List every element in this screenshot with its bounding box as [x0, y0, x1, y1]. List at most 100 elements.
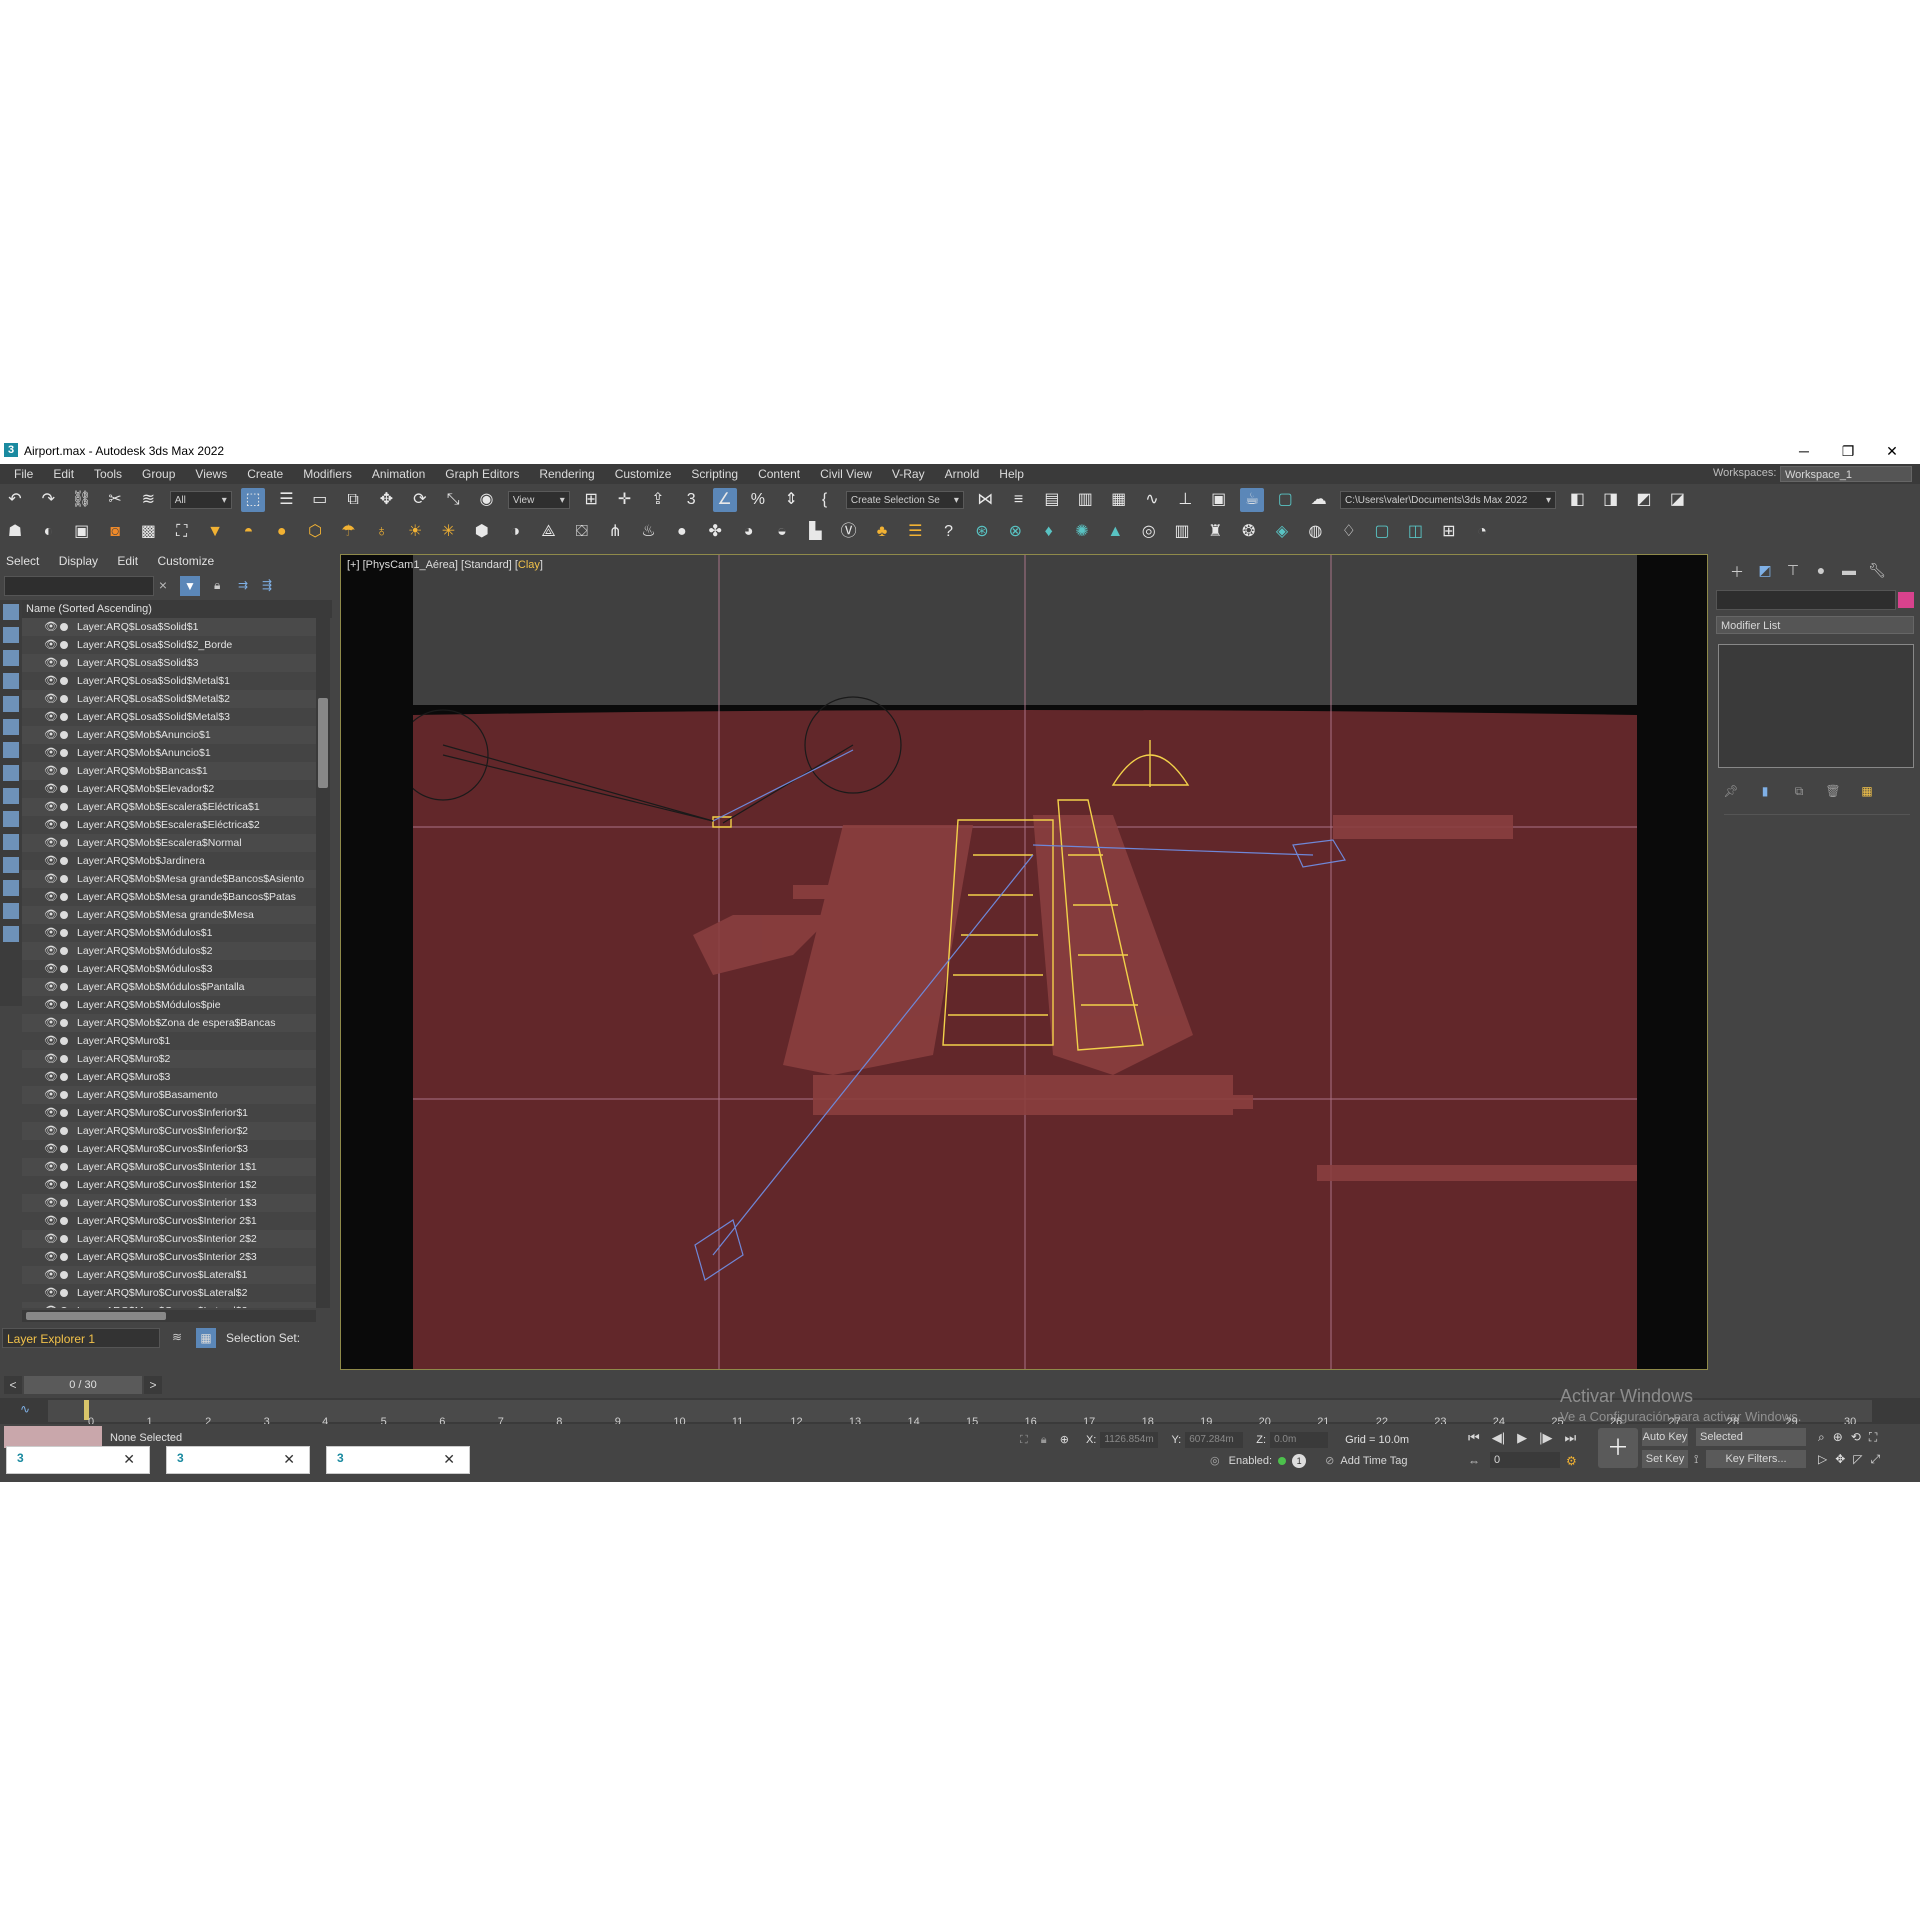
restore-button[interactable]: ❐	[1828, 441, 1868, 461]
modifier-stack[interactable]	[1718, 644, 1914, 768]
visibility-eye-icon[interactable]: 👁︎	[44, 1140, 58, 1158]
rectangular-region-icon[interactable]: ▭	[308, 488, 332, 512]
layer-row[interactable]: 👁︎ Layer:ARQ$Muro$Curvos$Inferior$1	[22, 1104, 316, 1122]
vray-sphere-light-icon[interactable]: ●	[270, 520, 294, 544]
edit-named-sets-icon[interactable]: {	[813, 488, 837, 512]
arnold-frame-icon[interactable]: ▢	[1370, 520, 1394, 544]
visibility-eye-icon[interactable]: 👁︎	[44, 1104, 58, 1122]
layer-row[interactable]: 👁︎ Layer:ARQ$Mob$Módulos$2	[22, 942, 316, 960]
menu-help[interactable]: Help	[989, 464, 1034, 484]
zoom-icon[interactable]: ⌕	[1818, 1430, 1825, 1444]
render-dot-icon[interactable]	[60, 947, 68, 955]
vray-material-sphere-icon[interactable]: ●	[670, 520, 694, 544]
taskbar-window-1[interactable]: 3 ✕	[6, 1446, 150, 1474]
menu-views[interactable]: Views	[185, 464, 237, 484]
layer-row[interactable]: 👁︎ Layer:ARQ$Mob$Módulos$pie	[22, 996, 316, 1014]
mini-curve-editor-icon[interactable]: ∿	[20, 1402, 30, 1416]
play-icon[interactable]: ▶	[1517, 1430, 1527, 1445]
go-to-start-icon[interactable]: ⏮	[1468, 1430, 1480, 1445]
display-lights-icon[interactable]	[3, 650, 19, 666]
display-invert-icon[interactable]	[3, 926, 19, 942]
menu-modifiers[interactable]: Modifiers	[293, 464, 362, 484]
layer-row[interactable]: 👁︎ Layer:ARQ$Mob$Módulos$3	[22, 960, 316, 978]
visibility-eye-icon[interactable]: 👁︎	[44, 1014, 58, 1032]
visibility-eye-icon[interactable]: 👁︎	[44, 888, 58, 906]
vray-fur-icon[interactable]: ◑	[503, 520, 527, 544]
vray-grass-icon[interactable]: ⋔	[603, 520, 627, 544]
layer-hierarchy-icon[interactable]: ⇶	[262, 578, 272, 592]
project-icon-2[interactable]: ◨	[1599, 488, 1623, 512]
viewport-label-prefix[interactable]: [+] [PhysCam1_Aérea] [Standard] [	[347, 559, 518, 571]
render-dot-icon[interactable]	[60, 731, 68, 739]
render-setup-icon[interactable]: ☕	[1240, 488, 1264, 512]
explorer-menu-select[interactable]: Select	[6, 554, 39, 568]
add-time-tag-button[interactable]: Add Time Tag	[1340, 1455, 1407, 1467]
display-geometry-icon[interactable]	[3, 604, 19, 620]
vray-v-icon[interactable]: Ⓥ	[837, 520, 861, 544]
unlink-icon[interactable]: ✂	[103, 488, 127, 512]
modifier-list-dropdown[interactable]: Modifier List	[1716, 616, 1914, 634]
render-dot-icon[interactable]	[60, 1055, 68, 1063]
display-bones-icon[interactable]	[3, 788, 19, 804]
layer-row[interactable]: 👁︎ Layer:ARQ$Muro$Curvos$Lateral$1	[22, 1266, 316, 1284]
reference-coordinate-dropdown[interactable]: View	[507, 491, 570, 510]
taskbar-window-2[interactable]: 3 ✕	[166, 1446, 310, 1474]
layer-row[interactable]: 👁︎ Layer:ARQ$Muro$1	[22, 1032, 316, 1050]
visibility-eye-icon[interactable]: 👁︎	[44, 708, 58, 726]
display-helpers-icon[interactable]	[3, 696, 19, 712]
render-dot-icon[interactable]	[60, 965, 68, 973]
minimize-button[interactable]: ─	[1784, 441, 1824, 461]
truck-icon[interactable]: ✥	[1835, 1452, 1845, 1466]
material-editor-icon[interactable]: ▣	[1207, 488, 1231, 512]
next-frame-icon[interactable]: |▶	[1539, 1430, 1552, 1445]
layer-row[interactable]: 👁︎ Layer:ARQ$Mob$Escalera$Eléctrica$1	[22, 798, 316, 816]
arnold-render-icon[interactable]: ⊛	[970, 520, 994, 544]
set-key-button[interactable]: Set Key	[1642, 1450, 1688, 1468]
bind-spacewarp-icon[interactable]: ≋	[136, 488, 160, 512]
lock-icon[interactable]: 🔒︎	[214, 578, 220, 593]
layer-row[interactable]: 👁︎ Layer:ARQ$Muro$Curvos$Interior 2$3	[22, 1248, 316, 1266]
arnold-shader-icon[interactable]: ◍	[1303, 520, 1327, 544]
undo-icon[interactable]: ↶	[3, 488, 27, 512]
visibility-eye-icon[interactable]: 👁︎	[44, 942, 58, 960]
frame-counter[interactable]: 0 / 30	[24, 1376, 142, 1394]
visibility-eye-icon[interactable]: 👁︎	[44, 1176, 58, 1194]
vray-bake-icon[interactable]: ▙	[803, 520, 827, 544]
arnold-light-icon[interactable]: ♣	[870, 520, 894, 544]
display-containers-icon[interactable]	[3, 811, 19, 827]
key-filters-button[interactable]: Key Filters...	[1706, 1450, 1806, 1468]
motion-tab-icon[interactable]: ●	[1810, 562, 1832, 580]
remove-modifier-icon[interactable]: 🗑︎	[1822, 784, 1844, 798]
arnold-material-icon[interactable]: ◈	[1270, 520, 1294, 544]
mirror-icon[interactable]: ⋈	[973, 488, 997, 512]
layer-row[interactable]: 👁︎ Layer:ARQ$Losa$Solid$Metal$3	[22, 708, 316, 726]
selection-filter-dropdown[interactable]: All	[169, 491, 232, 510]
arnold-procedural-icon[interactable]: ❂	[1237, 520, 1261, 544]
layer-row[interactable]: 👁︎ Layer:ARQ$Mob$Bancas$1	[22, 762, 316, 780]
menu-tools[interactable]: Tools	[84, 464, 132, 484]
display-hidden-icon[interactable]	[3, 857, 19, 873]
rotate-icon[interactable]: ⟳	[408, 488, 432, 512]
render-dot-icon[interactable]	[60, 677, 68, 685]
display-xrefs-icon[interactable]	[3, 765, 19, 781]
snaps-toggle-icon[interactable]: 3	[679, 488, 703, 512]
layer-row[interactable]: 👁︎ Layer:ARQ$Mob$Elevador$2	[22, 780, 316, 798]
render-dot-icon[interactable]	[60, 1073, 68, 1081]
viewport-scene[interactable]	[413, 555, 1637, 1370]
window-crossing-icon[interactable]: ⧉	[341, 488, 365, 512]
close-thumb-icon[interactable]: ✕	[283, 1451, 295, 1468]
maximize-viewport-icon[interactable]: ⛶	[1869, 1430, 1877, 1444]
layer-row[interactable]: 👁︎ Layer:ARQ$Muro$Curvos$Interior 2$1	[22, 1212, 316, 1230]
isolate-icon[interactable]: ⛶	[1020, 1434, 1028, 1446]
time-tag-icon[interactable]: ⊘	[1325, 1455, 1334, 1467]
render-dot-icon[interactable]	[60, 1217, 68, 1225]
render-dot-icon[interactable]	[60, 767, 68, 775]
arnold-eye-icon[interactable]: ◔	[1470, 520, 1494, 544]
layer-row[interactable]: 👁︎ Layer:ARQ$Mob$Anuncio$1	[22, 726, 316, 744]
visibility-eye-icon[interactable]: 👁︎	[44, 1050, 58, 1068]
vray-ies-light-icon[interactable]: ☂	[336, 520, 360, 544]
arnold-skydome-icon[interactable]: ✺	[1070, 520, 1094, 544]
auto-key-button[interactable]: Auto Key	[1642, 1428, 1688, 1446]
move-icon[interactable]: ✥	[374, 488, 398, 512]
ribbon-icon[interactable]: ▦	[1107, 488, 1131, 512]
